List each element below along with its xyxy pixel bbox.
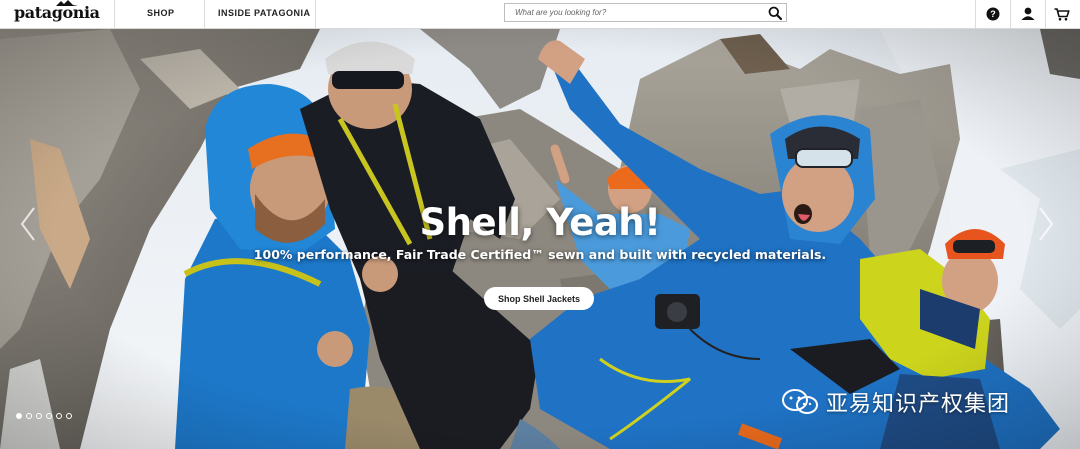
carousel-dot[interactable] — [36, 413, 42, 419]
svg-text:?: ? — [990, 9, 996, 19]
hero-headline: Shell, Yeah! — [419, 201, 661, 244]
carousel-dot[interactable] — [46, 413, 52, 419]
cart-icon[interactable] — [1052, 4, 1072, 24]
nav-divider — [1045, 0, 1046, 28]
nav-divider — [975, 0, 976, 28]
nav-inside-patagonia-link[interactable]: INSIDE PATAGONIA — [218, 8, 311, 18]
carousel-dot[interactable] — [16, 413, 22, 419]
nav-divider — [315, 0, 316, 28]
top-navigation-bar: patagonia SHOP INSIDE PATAGONIA ? — [0, 0, 1080, 29]
carousel-pagination — [16, 413, 72, 419]
carousel-dot[interactable] — [56, 413, 62, 419]
nav-divider — [1010, 0, 1011, 28]
watermark: 亚易知识产权集团 — [780, 385, 1010, 419]
carousel-dot[interactable] — [66, 413, 72, 419]
watermark-text: 亚易知识产权集团 — [826, 392, 1011, 417]
nav-divider — [114, 0, 115, 28]
carousel-dot[interactable] — [26, 413, 32, 419]
search-box — [504, 3, 787, 22]
nav-divider — [204, 0, 205, 28]
user-icon[interactable] — [1018, 4, 1038, 24]
nav-shop-link[interactable]: SHOP — [147, 8, 175, 18]
search-input[interactable] — [515, 6, 755, 19]
hero-subheadline: 100% performance, Fair Trade Certified™ … — [253, 247, 827, 262]
wechat-icon — [782, 389, 818, 414]
hero-banner: Shell, Yeah! 100% performance, Fair Trad… — [0, 29, 1080, 449]
logo-mountain-icon — [56, 0, 78, 6]
help-icon[interactable]: ? — [983, 4, 1003, 24]
search-icon[interactable] — [768, 6, 782, 20]
shop-shell-jackets-button[interactable]: Shop Shell Jackets — [484, 287, 594, 310]
